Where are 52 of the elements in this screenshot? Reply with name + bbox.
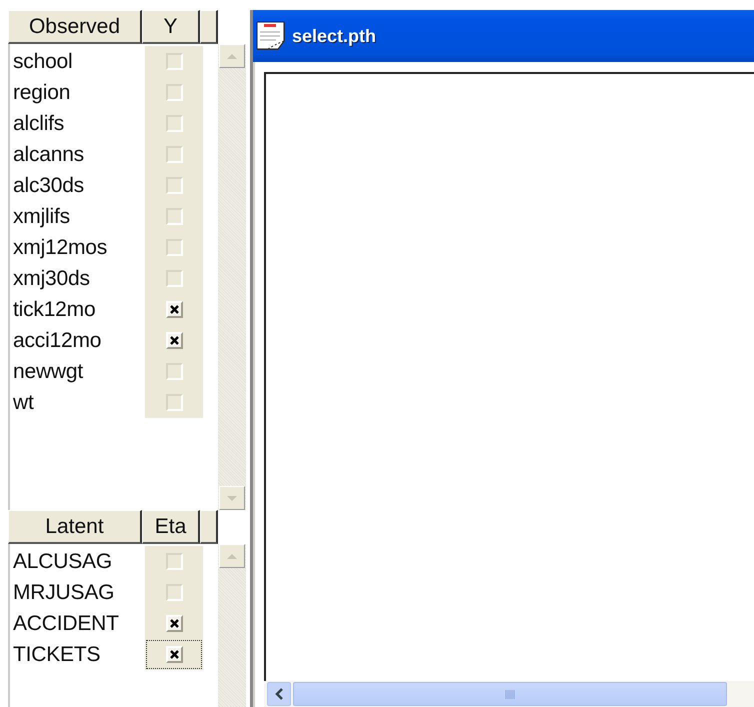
variable-name: xmj12mos bbox=[12, 236, 108, 260]
down-arrow-icon bbox=[226, 494, 238, 502]
column-header[interactable]: Observed bbox=[8, 10, 142, 44]
cross-icon bbox=[170, 650, 178, 659]
scroll-left-button[interactable] bbox=[267, 682, 291, 706]
up-arrow-icon bbox=[226, 52, 238, 60]
scroll-bar[interactable] bbox=[218, 44, 246, 510]
scroll-up-button[interactable] bbox=[219, 544, 245, 568]
variable-name: ALCUSAG bbox=[12, 550, 113, 574]
checkbox[interactable] bbox=[166, 84, 182, 101]
column-header[interactable]: Eta bbox=[142, 510, 200, 544]
cross-icon bbox=[170, 336, 178, 345]
checkbox[interactable] bbox=[166, 115, 182, 132]
window-title: select.pth bbox=[292, 26, 376, 46]
checkbox[interactable] bbox=[166, 584, 182, 601]
variable-name: xmj30ds bbox=[12, 266, 91, 290]
checkbox[interactable] bbox=[166, 394, 182, 411]
variable-name: ACCIDENT bbox=[12, 612, 120, 636]
checkbox[interactable] bbox=[166, 53, 182, 70]
checkbox[interactable] bbox=[166, 363, 182, 380]
scroll-thumb[interactable] bbox=[293, 682, 727, 706]
variable-name: TICKETS bbox=[12, 642, 102, 666]
column-header[interactable]: Latent bbox=[8, 510, 142, 544]
variable-name: tick12mo bbox=[12, 298, 96, 322]
checkbox[interactable] bbox=[166, 270, 182, 287]
variable-name: alc30ds bbox=[12, 174, 85, 198]
up-arrow-icon bbox=[226, 552, 238, 560]
scroll-bar[interactable] bbox=[218, 544, 246, 707]
cross-icon bbox=[170, 619, 178, 628]
variable-name: xmjlifs bbox=[12, 204, 71, 228]
checkbox[interactable] bbox=[166, 146, 182, 163]
checkbox[interactable] bbox=[166, 239, 182, 256]
variable-name: acci12mo bbox=[12, 328, 102, 352]
variable-name: wt bbox=[12, 390, 35, 414]
scroll-up-button[interactable] bbox=[219, 44, 245, 68]
empty-column-header bbox=[200, 510, 218, 544]
cross-icon bbox=[170, 305, 178, 314]
variable-name: alcanns bbox=[12, 142, 85, 166]
variable-name: newwgt bbox=[12, 360, 84, 384]
empty-column-header bbox=[200, 10, 218, 44]
horizontal-scroll-bar[interactable] bbox=[264, 681, 754, 707]
checkbox[interactable] bbox=[166, 208, 182, 225]
grip-icon bbox=[505, 690, 515, 698]
column-header[interactable]: Y bbox=[142, 10, 200, 44]
checkbox[interactable] bbox=[166, 553, 182, 570]
document-icon bbox=[256, 21, 286, 51]
checkbox[interactable] bbox=[166, 177, 182, 194]
variable-name: alclifs bbox=[12, 112, 66, 136]
variable-name: MRJUSAG bbox=[12, 580, 116, 604]
scroll-down-button[interactable] bbox=[219, 486, 245, 510]
variable-name: region bbox=[12, 80, 72, 104]
variable-name: school bbox=[12, 50, 74, 74]
